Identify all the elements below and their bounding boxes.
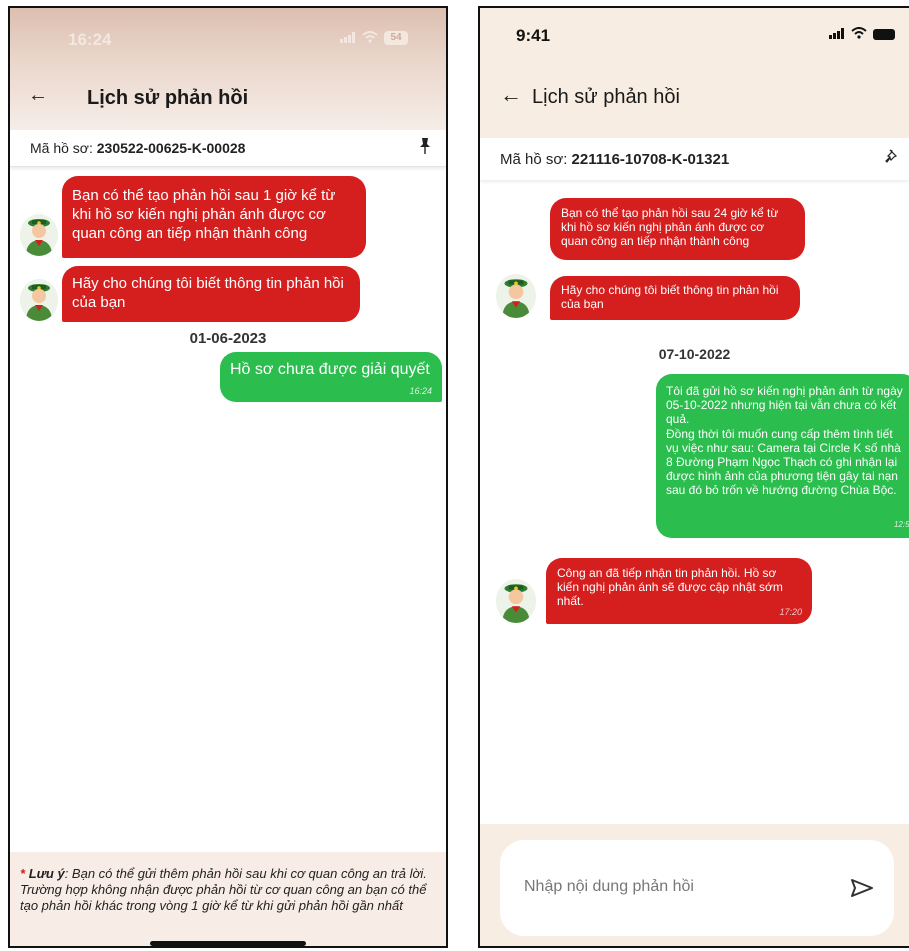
case-number: Mã hồ sơ: 230522-00625-K-00028 [30,140,246,156]
input-footer [480,824,909,946]
message-text: Hồ sơ chưa được giải quyết [230,361,430,378]
status-time: 16:24 [68,30,112,49]
user-message: Tôi đã gửi hồ sơ kiến nghị phản ánh từ n… [656,374,909,538]
message-text: Tôi đã gửi hồ sơ kiến nghị phản ánh từ n… [666,384,903,498]
message-time: 17:20 [779,606,802,617]
wifi-icon [362,30,378,46]
note-footer: * Lưu ý: Bạn có thể gửi thêm phản hồi sa… [10,852,446,946]
reply-input-container [500,840,894,936]
case-number: Mã hồ sơ: 221116-10708-K-01321 [500,151,730,168]
page-title: Lịch sử phản hồi [87,87,249,109]
officer-avatar-icon [496,579,536,623]
pin-icon[interactable] [418,137,432,160]
back-arrow-icon[interactable]: ← [28,84,48,107]
left-phone-screen: 16:24 54 ← Lịch sử phản hồi Mã hồ sơ: 23… [8,6,448,948]
status-time: 9:41 [516,26,551,45]
home-indicator [150,941,306,946]
status-icons [829,26,895,42]
officer-avatar-icon [20,214,58,256]
wifi-icon [851,26,867,42]
page-title: Lịch sử phản hồi [532,86,680,108]
battery-icon: 54 [384,31,408,45]
officer-message: Hãy cho chúng tôi biết thông tin phản hồ… [62,266,360,322]
signal-icon [829,26,845,42]
officer-message: Hãy cho chúng tôi biết thông tin phản hồ… [550,276,800,320]
back-arrow-icon[interactable]: ← [500,82,522,108]
message-time: 12:53 [893,519,909,529]
officer-message: Công an đã tiếp nhận tin phản hồi. Hồ sơ… [546,558,812,624]
status-icons: 54 [340,30,408,46]
date-separator: 01-06-2023 [189,330,267,347]
note-text: * Lưu ý: Bạn có thể gửi thêm phản hồi sa… [20,866,427,913]
officer-avatar-icon [20,279,58,321]
officer-message: Bạn có thể tạo phản hồi sau 1 giờ kể từ … [62,176,366,258]
message-text: Công an đã tiếp nhận tin phản hồi. Hồ sơ… [557,566,783,609]
send-icon[interactable] [850,878,874,898]
pin-icon[interactable] [885,149,899,169]
message-time: 16:24 [409,386,432,396]
case-number-bar: Mã hồ sơ: 230522-00625-K-00028 [10,130,446,167]
officer-avatar-icon [496,274,536,318]
header: 16:24 54 ← Lịch sử phản hồi [10,8,446,130]
date-separator: 07-10-2022 [658,346,731,362]
battery-icon [873,28,895,40]
right-phone-screen: 9:41 ← Lịch sử phản hồi Mã hồ sơ: 221116… [478,6,909,948]
user-message: Hồ sơ chưa được giải quyết 16:24 [220,352,442,402]
case-number-bar: Mã hồ sơ: 221116-10708-K-01321 [480,138,909,180]
signal-icon [340,30,356,46]
reply-input[interactable] [522,872,826,902]
header: 9:41 ← Lịch sử phản hồi [480,8,909,138]
officer-message: Bạn có thể tạo phản hồi sau 24 giờ kể từ… [550,198,805,260]
